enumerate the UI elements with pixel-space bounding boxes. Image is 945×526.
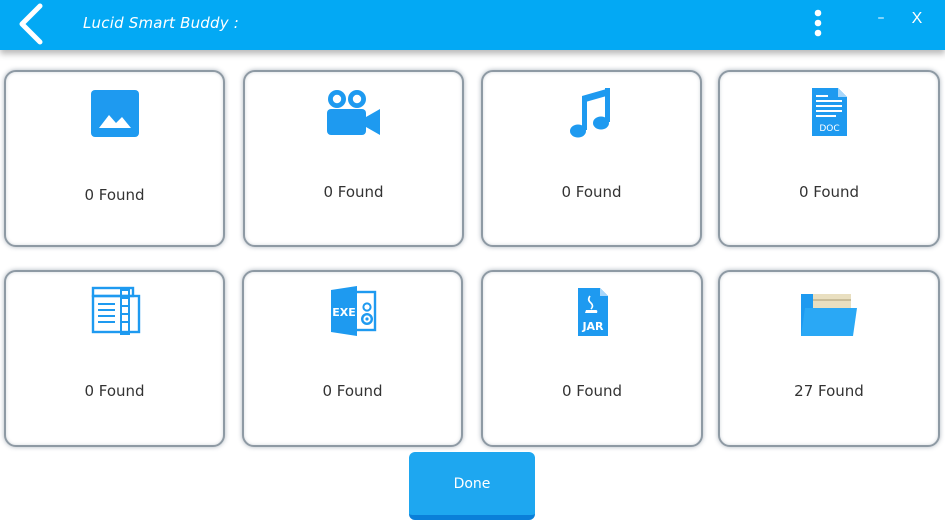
- svg-text:DOC: DOC: [819, 124, 839, 134]
- exe-file-icon: EXE: [330, 286, 376, 336]
- vertical-dots-icon: [814, 9, 822, 37]
- category-card-documents[interactable]: DOC 0 Found: [718, 70, 940, 247]
- title-bar: Lucid Smart Buddy : – X: [0, 0, 945, 50]
- found-count: 0 Found: [561, 382, 623, 400]
- minimize-button[interactable]: –: [870, 8, 892, 32]
- found-count: 0 Found: [84, 186, 145, 204]
- back-button[interactable]: [14, 2, 50, 46]
- music-note-icon: [569, 88, 610, 138]
- found-count: 0 Found: [322, 382, 383, 400]
- video-camera-icon: [326, 90, 380, 135]
- more-menu-button[interactable]: [810, 8, 826, 40]
- folder-icon: [801, 294, 857, 336]
- category-card-executables[interactable]: EXE 0 Found: [242, 270, 463, 447]
- found-count: 0 Found: [798, 183, 860, 201]
- category-card-images[interactable]: 0 Found: [4, 70, 225, 247]
- category-card-audio[interactable]: 0 Found: [481, 70, 702, 247]
- found-count: 27 Found: [794, 382, 864, 400]
- done-button[interactable]: Done: [409, 452, 535, 520]
- doc-file-icon: DOC: [812, 88, 847, 136]
- category-card-archives[interactable]: 0 Found: [4, 270, 225, 447]
- chevron-left-icon: [19, 3, 43, 45]
- svg-text:EXE: EXE: [332, 306, 356, 319]
- category-card-folders[interactable]: 27 Found: [718, 270, 940, 447]
- close-button[interactable]: X: [906, 8, 928, 30]
- app-title: Lucid Smart Buddy :: [83, 14, 240, 32]
- zip-archive-icon: [91, 286, 140, 335]
- found-count: 0 Found: [84, 382, 145, 400]
- jar-file-icon: JAR: [578, 288, 608, 336]
- found-count: 0 Found: [323, 183, 384, 201]
- category-card-videos[interactable]: 0 Found: [243, 70, 464, 247]
- category-card-jar[interactable]: JAR 0 Found: [481, 270, 703, 447]
- found-count: 0 Found: [561, 183, 622, 201]
- image-icon: [90, 90, 139, 137]
- svg-text:JAR: JAR: [581, 320, 604, 333]
